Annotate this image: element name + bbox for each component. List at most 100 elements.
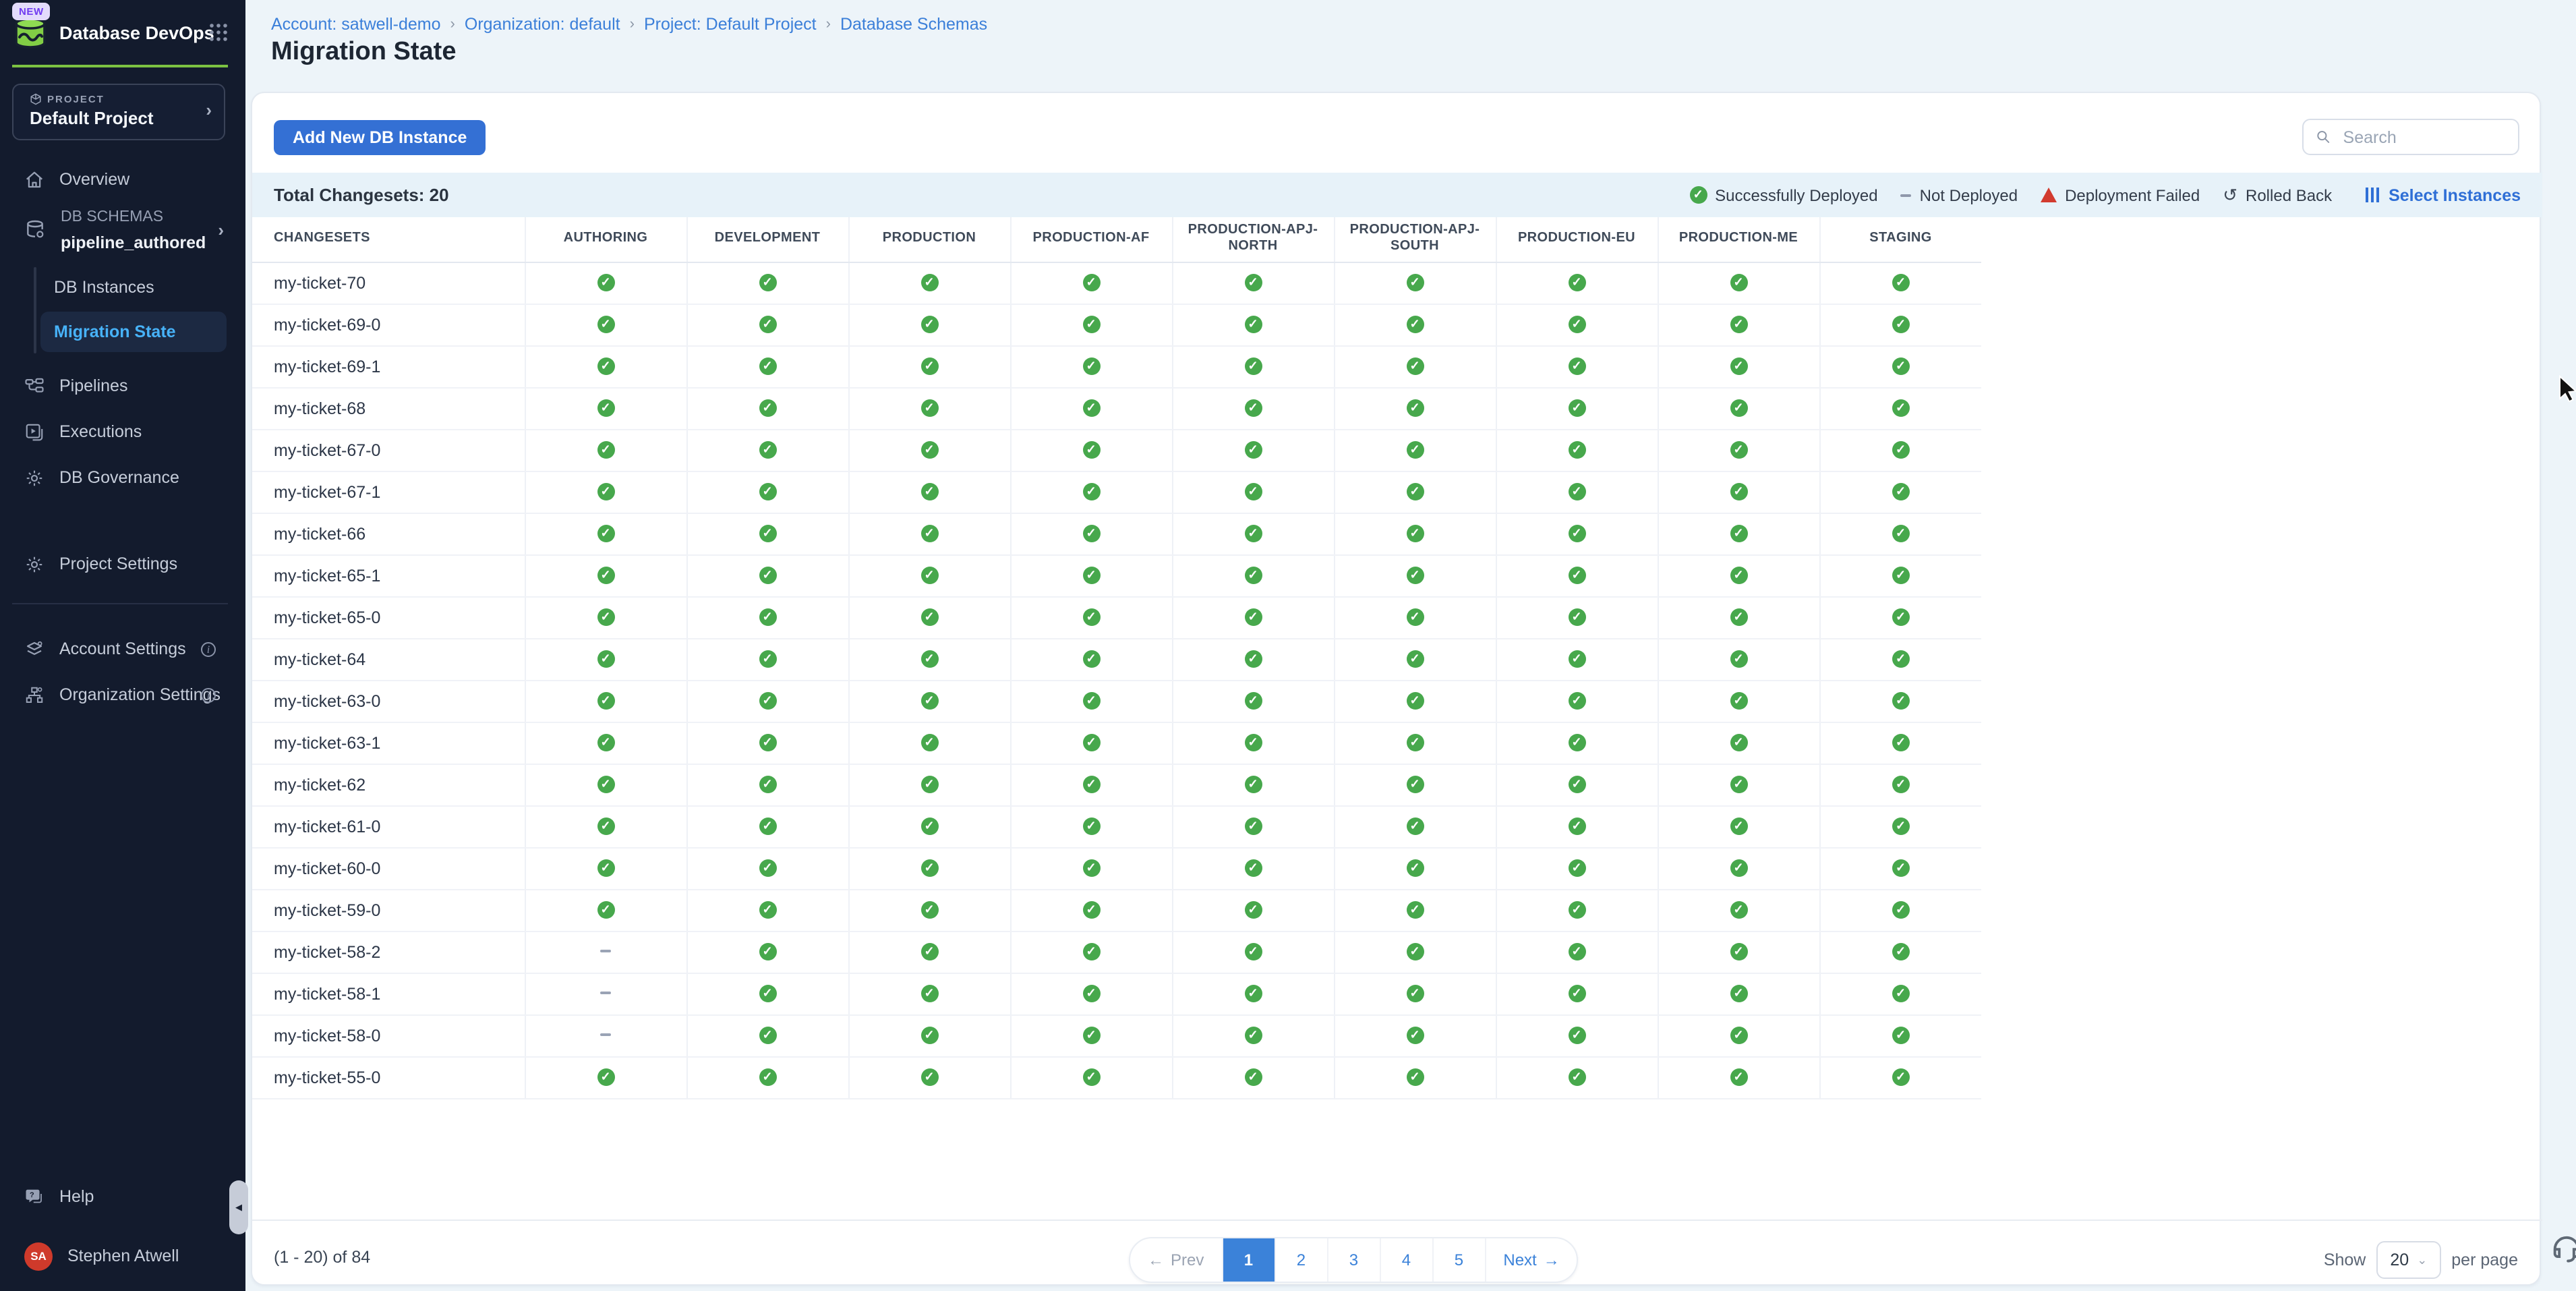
- sidebar-item-overview[interactable]: Overview: [0, 161, 245, 198]
- status-cell: [525, 429, 686, 471]
- info-icon[interactable]: i: [201, 641, 216, 656]
- breadcrumb-database-schemas[interactable]: Database Schemas: [840, 15, 987, 34]
- info-icon[interactable]: i: [201, 687, 216, 702]
- success-status-icon: [1730, 483, 1747, 500]
- breadcrumb-organization[interactable]: Organization: default: [465, 15, 620, 34]
- page-button-5[interactable]: 5: [1432, 1238, 1484, 1282]
- status-cell: [1172, 262, 1334, 304]
- status-cell: [848, 513, 1010, 554]
- pipelines-icon: [24, 376, 45, 396]
- chevron-right-icon: ›: [630, 16, 635, 32]
- sidebar-item-pipelines[interactable]: Pipelines: [0, 367, 245, 405]
- success-status-icon: [1244, 483, 1262, 500]
- breadcrumb-account[interactable]: Account: satwell-demo: [271, 15, 441, 34]
- status-cell: [686, 847, 848, 889]
- success-status-icon: [1568, 692, 1585, 710]
- changeset-name: my-ticket-68: [252, 387, 525, 429]
- success-status-icon: [1406, 817, 1424, 835]
- legend-successfully-deployed: Successfully Deployed: [1689, 185, 1877, 204]
- sidebar-item-migration-state[interactable]: Migration State: [40, 312, 227, 352]
- sidebar: NEW Database DevOps PROJECT: [0, 0, 245, 1291]
- status-cell: [1819, 847, 1981, 889]
- table-row: my-ticket-67-0: [252, 429, 1981, 471]
- search-box[interactable]: [2302, 119, 2519, 155]
- success-status-icon: [1892, 316, 1910, 333]
- page-button-4[interactable]: 4: [1379, 1238, 1432, 1282]
- success-status-icon: [1082, 483, 1100, 500]
- success-status-icon: [1568, 1068, 1585, 1086]
- dash-icon: [1901, 194, 1912, 196]
- sidebar-item-db-governance[interactable]: DB Governance: [0, 459, 245, 496]
- add-new-db-instance-button[interactable]: Add New DB Instance: [274, 120, 486, 155]
- sidebar-item-project-settings[interactable]: Project Settings: [0, 545, 245, 583]
- next-page-button[interactable]: Next →: [1484, 1238, 1577, 1282]
- env-column-header: PRODUCTION-APJ-NORTH: [1172, 217, 1334, 262]
- pagination: ← Prev 1 2 3 4 5 Next →: [1129, 1237, 1579, 1283]
- success-status-icon: [1892, 734, 1910, 751]
- project-label: PROJECT: [30, 93, 105, 105]
- help-chat-icon: ?: [24, 1186, 45, 1207]
- success-status-icon: [920, 357, 938, 375]
- status-cell: [1496, 931, 1658, 973]
- success-status-icon: [1082, 316, 1100, 333]
- status-cell: [686, 680, 848, 722]
- success-status-icon: [920, 1068, 938, 1086]
- success-status-icon: [1568, 943, 1585, 960]
- status-cell: [686, 304, 848, 345]
- prev-page-button[interactable]: ← Prev: [1130, 1238, 1221, 1282]
- sidebar-item-db-schemas[interactable]: DB SCHEMAS pipeline_authored ›: [0, 202, 245, 256]
- status-cell: [1658, 638, 1819, 680]
- sidebar-collapse-handle[interactable]: ◀: [229, 1180, 248, 1234]
- status-cell: [1658, 304, 1819, 345]
- status-cell: [848, 554, 1010, 596]
- success-status-icon: [1082, 399, 1100, 417]
- support-headset-icon[interactable]: [2549, 1230, 2576, 1272]
- status-cell: [848, 387, 1010, 429]
- select-instances-button[interactable]: Select Instances: [2366, 185, 2521, 204]
- status-cell: [1819, 889, 1981, 931]
- sidebar-item-executions[interactable]: Executions: [0, 413, 245, 451]
- success-status-icon: [597, 1068, 614, 1086]
- status-cell: [1010, 513, 1172, 554]
- success-status-icon: [1730, 859, 1747, 877]
- status-cell: [686, 889, 848, 931]
- success-status-icon: [1406, 650, 1424, 668]
- page-size-control: Show 20 ⌄ per page: [2324, 1241, 2518, 1279]
- status-cell: [1496, 1014, 1658, 1056]
- status-cell: [1010, 889, 1172, 931]
- success-status-icon: [1244, 817, 1262, 835]
- sidebar-item-organization-settings[interactable]: Organization Settings i: [0, 676, 245, 714]
- page-size-select[interactable]: 20 ⌄: [2376, 1241, 2440, 1279]
- page-button-2[interactable]: 2: [1274, 1238, 1326, 1282]
- success-status-icon: [1892, 1068, 1910, 1086]
- status-cell: [525, 889, 686, 931]
- search-input[interactable]: [2341, 126, 2506, 148]
- app-grid-icon[interactable]: [209, 23, 228, 42]
- project-selector[interactable]: PROJECT Default Project ›: [12, 84, 225, 140]
- status-cell: [525, 554, 686, 596]
- breadcrumb-project[interactable]: Project: Default Project: [644, 15, 817, 34]
- success-status-icon: [1730, 567, 1747, 584]
- success-status-icon: [1082, 943, 1100, 960]
- status-cell: [686, 387, 848, 429]
- changeset-name: my-ticket-61-0: [252, 805, 525, 847]
- success-status-icon: [597, 901, 614, 919]
- status-cell: [1658, 805, 1819, 847]
- success-status-icon: [1730, 901, 1747, 919]
- page-button-1[interactable]: 1: [1221, 1238, 1274, 1282]
- status-cell: [1010, 387, 1172, 429]
- sidebar-item-help[interactable]: ? Help: [0, 1178, 245, 1215]
- success-status-icon: [1082, 1068, 1100, 1086]
- status-cell: [1334, 429, 1496, 471]
- user-menu[interactable]: SA Stephen Atwell: [0, 1237, 245, 1275]
- status-cell: [1334, 304, 1496, 345]
- success-status-icon: [1892, 399, 1910, 417]
- sidebar-item-db-instances[interactable]: DB Instances: [0, 268, 245, 306]
- status-cell: [525, 805, 686, 847]
- status-cell: [686, 1014, 848, 1056]
- sidebar-item-account-settings[interactable]: Account Settings i: [0, 630, 245, 668]
- status-cell: [525, 513, 686, 554]
- status-cell: [1334, 847, 1496, 889]
- success-status-icon: [1244, 316, 1262, 333]
- page-button-3[interactable]: 3: [1326, 1238, 1379, 1282]
